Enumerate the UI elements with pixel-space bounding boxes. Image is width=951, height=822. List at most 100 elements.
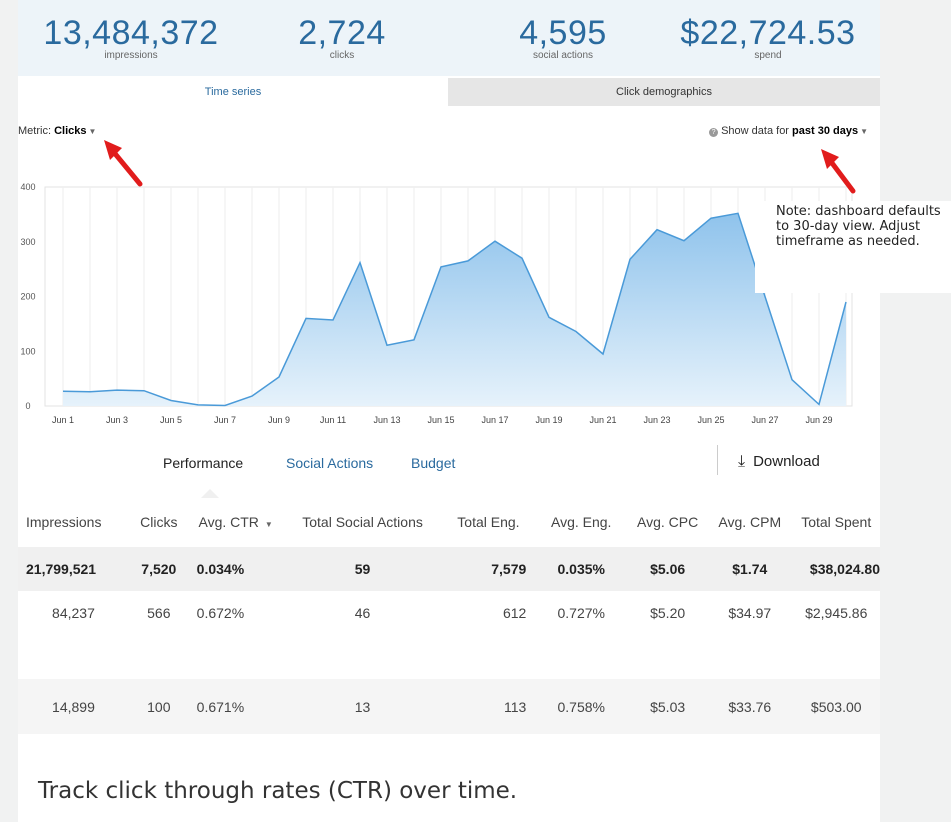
table-cell: $38,024.80 [809,561,880,577]
table-cell: 21,799,521 [26,561,97,577]
table-cell: $33.76 [728,698,772,715]
col-header-total-spent[interactable]: Total Spent [792,497,880,547]
stat-label: social actions [532,50,594,61]
range-value[interactable]: past 30 days [792,125,858,137]
y-tick-label: 200 [20,292,35,302]
table-cell: 0.035% [557,561,605,577]
table-header: Impressions Clicks Avg. CTR ▼ Total Soci… [18,497,880,547]
stat-social-actions: 4,595 social actions [498,0,628,62]
caption-text: Track click through rates (CTR) over tim… [38,778,518,804]
table-cell: 0.727% [557,605,605,621]
y-tick-label: 100 [20,346,35,356]
x-tick-label: Jun 19 [535,415,562,425]
x-tick-label: Jun 21 [589,415,616,425]
sort-desc-icon: ▼ [264,520,273,529]
table-row-total: 21,799,521 7,520 0.034% 59 7,579 0.035% … [18,547,880,591]
table-cell: 0.671% [196,698,245,715]
table-cell: 84,237 [52,605,95,621]
col-header-avg-ctr[interactable]: Avg. CTR ▼ [189,497,283,547]
x-tick-label: Jun 13 [373,415,400,425]
table-cell: 113 [503,698,527,715]
y-tick-label: 0 [25,401,30,411]
y-tick-label: 300 [20,237,35,247]
table-cell: 0.758% [557,698,605,715]
date-range-selector[interactable]: ? Show data for past 30 days ▼ [709,125,868,137]
x-tick-label: Jun 23 [643,415,670,425]
x-tick-label: Jun 27 [751,415,778,425]
range-prefix: Show data for [721,125,789,137]
table-row[interactable]: 84,237 566 0.672% 46 612 0.727% $5.20 $3… [18,591,880,679]
x-tick-label: Jun 29 [805,415,832,425]
table-cell: $1.74 [732,561,768,577]
stat-value: 4,595 [519,14,607,52]
x-tick-label: Jun 3 [106,415,128,425]
col-header-avg-cpm[interactable]: Avg. CPM [707,497,792,547]
stat-value: 13,484,372 [43,14,219,52]
performance-table: Impressions Clicks Avg. CTR ▼ Total Soci… [18,497,880,734]
table-cell: 612 [502,605,527,621]
stat-impressions: 13,484,372 impressions [36,0,226,62]
tab-click-demographics[interactable]: Click demographics [448,78,880,106]
x-tick-label: Jun 1 [52,415,74,425]
table-cell: 0.034% [196,561,245,577]
time-series-chart: 0 100 200 300 400 Jun 1 Jun 3 Jun 5 Jun 7 Jun 9 J… [20,182,853,425]
table-cell: 100 [147,698,171,715]
caret-down-icon[interactable]: ▼ [88,127,96,136]
caption-box: Track click through rates (CTR) over tim… [18,765,880,822]
stat-clicks: 2,724 clicks [277,0,407,62]
divider [717,445,718,475]
y-tick-label: 400 [20,182,35,192]
annotation-note: Note: dashboard defaults to 30-day view.… [755,201,951,293]
table-cell: 13 [354,698,371,715]
table-cell: $5.06 [650,561,686,577]
col-header-avg-eng[interactable]: Avg. Eng. [534,497,628,547]
metric-value[interactable]: Clicks [54,125,86,137]
metric-prefix: Metric: [18,125,51,137]
table-cell: $5.03 [650,698,686,715]
stat-label: clicks [329,50,355,61]
table-cell: 46 [354,605,371,621]
x-tick-label: Jun 9 [268,415,290,425]
area-fill [63,213,846,406]
table-cell: 14,899 [52,698,95,715]
red-arrow-icon [821,149,856,194]
col-header-total-eng[interactable]: Total Eng. [443,497,535,547]
col-header-impressions[interactable]: Impressions [18,497,129,547]
download-label: Download [753,453,820,470]
col-header-total-social-actions[interactable]: Total Social Actions [283,497,443,547]
tab-budget[interactable]: Budget [411,455,455,471]
chart-tabs: Time series Click demographics [18,78,880,106]
x-tick-label: Jun 7 [214,415,236,425]
col-header-label: Avg. CTR [198,514,259,530]
table-cell: $2,945.86 [805,605,868,621]
col-header-avg-cpc[interactable]: Avg. CPC [628,497,707,547]
stat-spend: $22,724.53 spend [673,0,863,62]
x-tick-label: Jun 25 [697,415,724,425]
stat-value: 2,724 [298,14,386,52]
table-cell: 7,520 [141,561,177,577]
table-cell: $34.97 [728,605,772,621]
info-icon: ? [709,128,719,137]
x-tick-label: Jun 11 [320,415,346,425]
tab-social-actions[interactable]: Social Actions [286,455,373,471]
table-cell: $503.00 [810,698,862,715]
caret-down-icon[interactable]: ▼ [860,127,868,136]
table-row[interactable]: 14,899 100 0.671% 13 113 0.758% $5.03 $3… [18,679,880,734]
download-button[interactable]: ⤓ Download [738,453,820,471]
red-arrow-icon [104,140,143,187]
stat-value: $22,724.53 [680,14,856,52]
summary-stats: 13,484,372 impressions 2,724 clicks 4,59… [18,0,880,76]
table-cell: 0.672% [196,605,245,621]
download-icon: ⤓ [738,453,746,470]
col-header-clicks[interactable]: Clicks [129,497,189,547]
x-tick-label: Jun 5 [160,415,182,425]
x-tick-label: Jun 17 [481,415,508,425]
x-tick-label: Jun 15 [427,415,454,425]
table-cell: 7,579 [491,561,527,577]
tab-performance[interactable]: Performance [163,455,243,471]
table-cell: 566 [147,605,171,621]
tab-time-series[interactable]: Time series [18,78,448,106]
dashboard-card: 13,484,372 impressions 2,724 clicks 4,59… [18,0,880,765]
table-cell: 59 [354,561,371,577]
metric-selector[interactable]: Metric: Clicks ▼ [18,125,96,137]
